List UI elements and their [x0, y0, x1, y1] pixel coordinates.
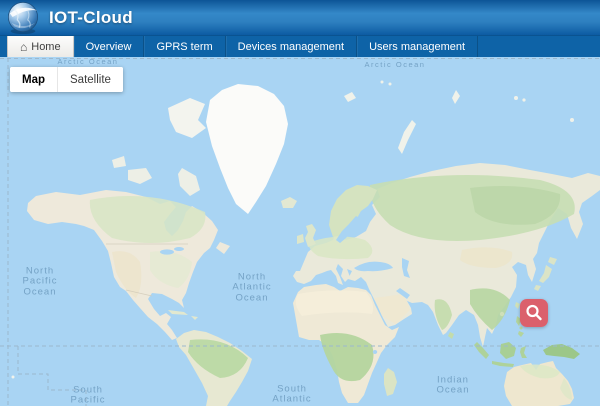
map-type-control: Map Satellite	[10, 67, 123, 92]
main-nav: ⌂ Home Overview GPRS term Devices management…	[0, 35, 600, 57]
search-icon	[523, 302, 545, 324]
app-title: IOT-Cloud	[49, 8, 133, 28]
tab-label: Devices management	[238, 41, 344, 53]
tab-label: Users management	[369, 41, 465, 53]
world-map	[0, 0, 600, 406]
tab-label: Home	[31, 41, 60, 53]
tab-users-management[interactable]: Users management	[357, 36, 478, 57]
globe-logo	[6, 1, 40, 35]
tab-devices-management[interactable]: Devices management	[226, 36, 357, 57]
app-window: Arctic OceanArctic OceanNorth Pacific Oc…	[0, 0, 600, 406]
app-header: IOT-Cloud	[0, 0, 600, 35]
tab-gprs-term[interactable]: GPRS term	[144, 36, 225, 57]
map-search-button[interactable]	[520, 299, 548, 327]
satellite-view-button[interactable]: Satellite	[57, 67, 123, 92]
tab-overview[interactable]: Overview	[74, 36, 145, 57]
map-canvas[interactable]: Arctic OceanArctic OceanNorth Pacific Oc…	[0, 0, 600, 406]
tab-label: Overview	[86, 41, 132, 53]
map-view-button[interactable]: Map	[10, 67, 57, 92]
tab-label: GPRS term	[156, 41, 212, 53]
home-icon: ⌂	[20, 41, 27, 53]
tab-home[interactable]: ⌂ Home	[7, 36, 74, 57]
